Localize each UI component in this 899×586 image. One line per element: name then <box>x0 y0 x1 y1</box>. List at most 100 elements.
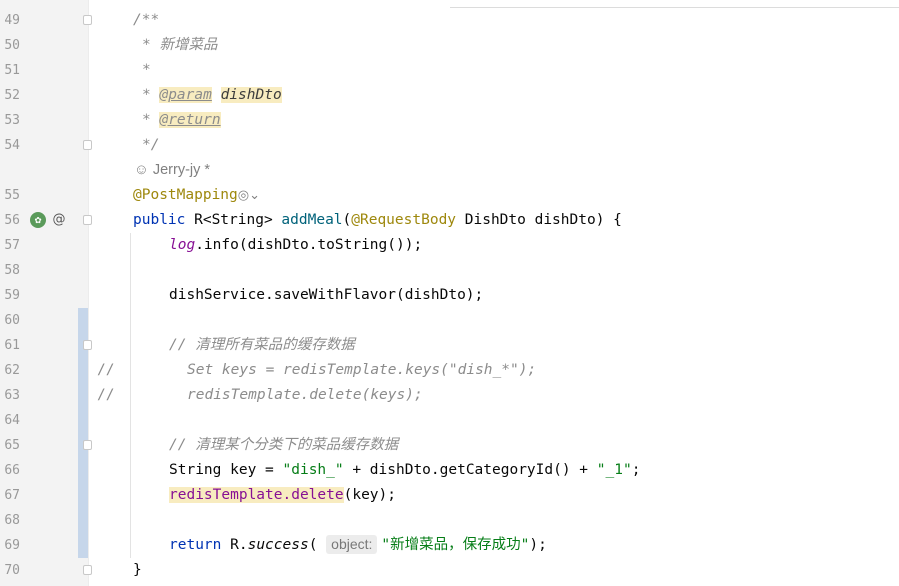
code-text[interactable]: @PostMapping◎⌄ <box>133 183 260 208</box>
code-line: 50 * 新增菜品 <box>0 33 899 58</box>
method-name: addMeal <box>281 212 343 228</box>
annotation: @RequestBody <box>351 212 457 228</box>
keyword: public <box>133 212 186 228</box>
code-text[interactable]: } <box>133 558 142 583</box>
code-line: 69 return R.success( object: "新增菜品，保存成功")… <box>0 533 899 558</box>
brace: { <box>604 212 622 228</box>
code-text[interactable]: */ <box>142 133 159 158</box>
code-author-inlay[interactable]: ☺ Jerry-jy * <box>0 158 899 183</box>
code-text[interactable]: String key = "dish_" + dishDto.getCatego… <box>169 458 640 483</box>
line-number: 66 <box>4 463 20 478</box>
static-field: log <box>169 237 196 253</box>
bean-icon[interactable]: ✿ <box>30 212 46 228</box>
code-text[interactable]: redisTemplate.delete(key); <box>169 483 396 508</box>
keyword: return <box>169 537 222 553</box>
fold-icon[interactable] <box>83 140 92 150</box>
code-line: 63 // redisTemplate.delete(keys); <box>0 383 899 408</box>
code-line: 54 */ <box>0 133 899 158</box>
code-line: 64 <box>0 408 899 433</box>
highlighted-usage: redisTemplate.delete <box>169 487 344 503</box>
code-line: 56 ✿ @ public R<String> addMeal(@Request… <box>0 208 899 233</box>
comment-prefix: // <box>97 362 115 378</box>
code-line: 62 // Set keys = redisTemplate.keys("dis… <box>0 358 899 383</box>
line-number: 62 <box>4 363 20 378</box>
statement: .info(dishDto.toString()); <box>195 237 423 253</box>
string-literal: "新增菜品，保存成功" <box>381 537 530 553</box>
code-text[interactable]: // 清理某个分类下的菜品缓存数据 <box>169 433 398 458</box>
code-line: 61 // 清理所有菜品的缓存数据 <box>0 333 899 358</box>
code-line: 53 * @return <box>0 108 899 133</box>
code-text[interactable]: // 清理所有菜品的缓存数据 <box>169 333 355 358</box>
statement: + dishDto.getCategoryId() + <box>343 462 597 478</box>
fold-icon[interactable] <box>83 565 92 575</box>
string-literal: "dish_" <box>282 462 344 478</box>
annotation: @PostMapping <box>133 187 238 203</box>
string-literal: "_1" <box>596 462 632 478</box>
code-text[interactable]: Set keys = redisTemplate.keys("dish_*"); <box>187 358 536 383</box>
code-line: 68 <box>0 508 899 533</box>
code-text[interactable]: * 新增菜品 <box>142 33 217 58</box>
code-text[interactable]: public R<String> addMeal(@RequestBody Di… <box>133 208 622 233</box>
fold-icon[interactable] <box>83 440 92 450</box>
code-line: 67 redisTemplate.delete(key); <box>0 483 899 508</box>
line-number: 54 <box>4 138 20 153</box>
code-line: 55 @PostMapping◎⌄ <box>0 183 899 208</box>
semicolon: ; <box>631 462 641 478</box>
parameter-hint: object: <box>326 535 378 554</box>
code-line: 57 log.info(dishDto.toString()); <box>0 233 899 258</box>
line-number: 53 <box>4 113 20 128</box>
doc-star: * <box>142 87 160 103</box>
line-number: 63 <box>4 388 20 403</box>
line-number: 68 <box>4 513 20 528</box>
line-number: 56 <box>4 213 20 228</box>
param: DishDto dishDto <box>456 212 596 228</box>
code-line: 58 <box>0 258 899 283</box>
line-number: 51 <box>4 63 20 78</box>
doc-param-name: dishDto <box>220 87 282 103</box>
fold-icon[interactable] <box>83 340 92 350</box>
doc-star: * <box>142 112 160 128</box>
doc-tag: @param <box>159 87 212 103</box>
code-text[interactable]: dishService.saveWithFlavor(dishDto); <box>169 283 483 308</box>
line-number: 67 <box>4 488 20 503</box>
line-number: 69 <box>4 538 20 553</box>
code-text[interactable]: * @param dishDto <box>142 83 282 108</box>
code-line: 59 dishService.saveWithFlavor(dishDto); <box>0 283 899 308</box>
doc-tag: @return <box>159 112 221 128</box>
code-text[interactable]: redisTemplate.delete(keys); <box>187 383 423 408</box>
code-line: 70 } <box>0 558 899 583</box>
paren: ( <box>342 212 352 228</box>
line-number: 58 <box>4 263 20 278</box>
comment-prefix: // <box>97 387 115 403</box>
fold-icon[interactable] <box>83 215 92 225</box>
code-text[interactable]: * @return <box>142 108 221 133</box>
line-number: 65 <box>4 438 20 453</box>
statement: String key = <box>169 462 283 478</box>
code-line: 65 // 清理某个分类下的菜品缓存数据 <box>0 433 899 458</box>
statement: ); <box>529 537 547 553</box>
line-number: 50 <box>4 38 20 53</box>
return-type: R<String> <box>185 212 282 228</box>
code-text[interactable]: return R.success( object: "新增菜品，保存成功"); <box>169 533 547 558</box>
code-line: 60 <box>0 308 899 333</box>
line-number: 55 <box>4 188 20 203</box>
line-number: 52 <box>4 88 20 103</box>
code-text[interactable]: log.info(dishDto.toString()); <box>169 233 422 258</box>
globe-dropdown-icon[interactable]: ◎⌄ <box>238 188 260 203</box>
line-number: 49 <box>4 13 20 28</box>
line-number: 57 <box>4 238 20 253</box>
line-number: 60 <box>4 313 20 328</box>
fold-icon[interactable] <box>83 15 92 25</box>
at-sign-icon[interactable]: @ <box>51 212 67 228</box>
code-line: 52 * @param dishDto <box>0 83 899 108</box>
user-icon: ☺ <box>134 162 153 178</box>
line-number: 61 <box>4 338 20 353</box>
code-text[interactable]: /** <box>133 8 159 33</box>
method-name: success <box>247 537 309 553</box>
code-line: 49 /** <box>0 8 899 33</box>
code-text[interactable]: * <box>142 58 151 83</box>
author-name: Jerry-jy * <box>152 162 211 178</box>
line-number: 64 <box>4 413 20 428</box>
line-number: 70 <box>4 563 20 578</box>
paren: ( <box>308 537 318 553</box>
